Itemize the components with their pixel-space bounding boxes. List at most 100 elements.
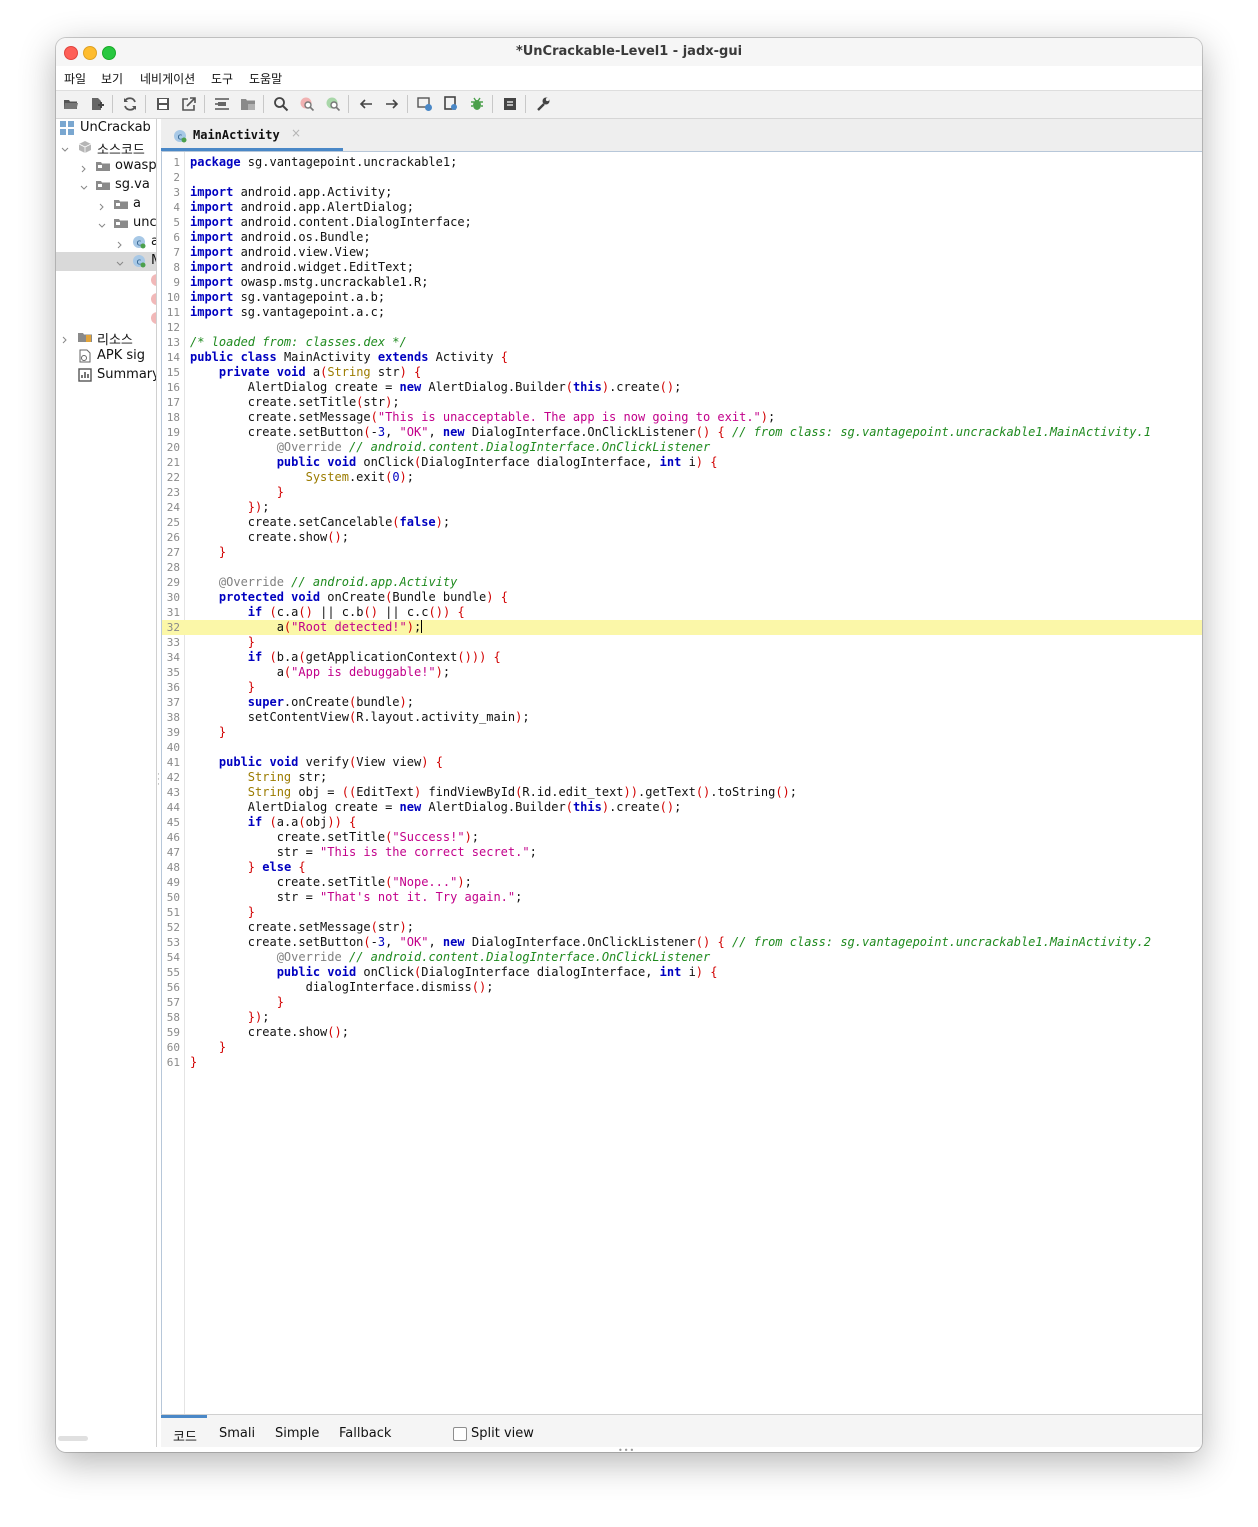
back-icon[interactable] <box>358 96 374 112</box>
tree-item-method[interactable] <box>56 290 156 309</box>
code-line[interactable]: 14 public class MainActivity extends Acti… <box>162 350 1202 365</box>
tree-item-project[interactable]: UnCrackab <box>56 119 156 138</box>
code-line-current[interactable]: 32 a("Root detected!"); <box>162 620 1202 635</box>
code-line[interactable]: 29 @Override // android.app.Activity <box>162 575 1202 590</box>
chevron-down-icon[interactable] <box>61 143 69 152</box>
code-line[interactable]: 59 create.show(); <box>162 1025 1202 1040</box>
tree-item-package[interactable]: a <box>56 195 156 214</box>
code-line[interactable]: 4 import android.app.AlertDialog; <box>162 200 1202 215</box>
code-line[interactable]: 60 } <box>162 1040 1202 1055</box>
chevron-down-icon[interactable] <box>80 181 88 190</box>
code-line[interactable]: 46 create.setTitle("Success!"); <box>162 830 1202 845</box>
code-line[interactable]: 9 import owasp.mstg.uncrackable1.R; <box>162 275 1202 290</box>
code-line[interactable]: 45 if (a.a(obj)) { <box>162 815 1202 830</box>
code-line[interactable]: 43 String obj = ((EditText) findViewById… <box>162 785 1202 800</box>
chevron-right-icon[interactable] <box>80 162 88 173</box>
tree-item-method[interactable] <box>56 271 156 290</box>
quark-icon[interactable] <box>443 96 459 112</box>
tab-code[interactable]: 코드 <box>173 1426 197 1445</box>
split-view-checkbox[interactable] <box>453 1427 467 1441</box>
open-file-icon[interactable] <box>63 96 79 112</box>
code-line[interactable]: 31 if (c.a() || c.b() || c.c()) { <box>162 605 1202 620</box>
code-line[interactable]: 55 public void onClick(DialogInterface d… <box>162 965 1202 980</box>
horizontal-scrollbar[interactable] <box>58 1436 88 1441</box>
tree-item-sources[interactable]: 소스코드 <box>56 138 156 158</box>
code-line[interactable]: 33 } <box>162 635 1202 650</box>
tab-mainactivity[interactable]: c MainActivity × <box>161 119 307 151</box>
code-line[interactable]: 19 create.setButton(-3, "OK", new Dialog… <box>162 425 1202 440</box>
code-line[interactable]: 7 import android.view.View; <box>162 245 1202 260</box>
tree-item-summary[interactable]: Summary <box>56 366 156 385</box>
chevron-down-icon[interactable] <box>116 257 124 266</box>
save-icon[interactable] <box>155 96 171 112</box>
code-line[interactable]: 27 } <box>162 545 1202 560</box>
code-line[interactable]: 26 create.show(); <box>162 530 1202 545</box>
code-line[interactable]: 21 public void onClick(DialogInterface d… <box>162 455 1202 470</box>
sync-tree-icon[interactable] <box>214 96 230 112</box>
code-line[interactable]: 35 a("App is debuggable!"); <box>162 665 1202 680</box>
tab-smali[interactable]: Smali <box>219 1426 255 1441</box>
code-line[interactable]: 17 create.setTitle(str); <box>162 395 1202 410</box>
code-line[interactable]: 25 create.setCancelable(false); <box>162 515 1202 530</box>
tree-item-package[interactable]: owasp <box>56 157 156 176</box>
code-line[interactable]: 10 import sg.vantagepoint.a.b; <box>162 290 1202 305</box>
forward-icon[interactable] <box>384 96 400 112</box>
code-line[interactable]: 20 @Override // android.content.DialogIn… <box>162 440 1202 455</box>
code-line[interactable]: 36 } <box>162 680 1202 695</box>
menu-navigation[interactable]: 네비게이션 <box>140 70 195 87</box>
code-line[interactable]: 11 import sg.vantagepoint.a.c; <box>162 305 1202 320</box>
splitter-handle[interactable]: · · · <box>157 771 160 790</box>
menu-help[interactable]: 도움말 <box>249 70 282 87</box>
code-line[interactable]: 30 protected void onCreate(Bundle bundle… <box>162 590 1202 605</box>
code-line[interactable]: 3 import android.app.Activity; <box>162 185 1202 200</box>
sync-icon[interactable] <box>122 96 138 112</box>
text-search-icon[interactable] <box>325 96 341 112</box>
code-line[interactable]: 16 AlertDialog create = new AlertDialog.… <box>162 380 1202 395</box>
tree-item-resources[interactable]: 리소스 <box>56 328 156 348</box>
code-line[interactable]: 41 public void verify(View view) { <box>162 755 1202 770</box>
chevron-down-icon[interactable] <box>98 219 106 228</box>
add-file-icon[interactable] <box>89 96 105 112</box>
tree-item-method[interactable] <box>56 309 156 328</box>
code-line[interactable]: 24 }); <box>162 500 1202 515</box>
tree-item-package[interactable]: unc <box>56 214 156 233</box>
code-line[interactable]: 38 setContentView(R.layout.activity_main… <box>162 710 1202 725</box>
code-line[interactable]: 53 create.setButton(-3, "OK", new Dialog… <box>162 935 1202 950</box>
close-icon[interactable]: × <box>291 126 301 140</box>
code-line[interactable]: 37 super.onCreate(bundle); <box>162 695 1202 710</box>
code-line[interactable]: 57 } <box>162 995 1202 1010</box>
code-line[interactable]: 44 AlertDialog create = new AlertDialog.… <box>162 800 1202 815</box>
tree-item-apk-signature[interactable]: APK sig <box>56 347 156 366</box>
code-line[interactable]: 6 import android.os.Bundle; <box>162 230 1202 245</box>
menu-tools[interactable]: 도구 <box>211 70 233 87</box>
deobfuscation-icon[interactable] <box>417 96 433 112</box>
code-line[interactable]: 12 <box>162 320 1202 335</box>
menu-file[interactable]: 파일 <box>64 70 86 87</box>
debug-icon[interactable] <box>469 96 485 112</box>
split-view-label[interactable]: Split view <box>471 1426 534 1441</box>
code-line[interactable]: 39 } <box>162 725 1202 740</box>
tree-item-class[interactable]: c a <box>56 233 156 252</box>
code-line[interactable]: 47 str = "This is the correct secret."; <box>162 845 1202 860</box>
tab-fallback[interactable]: Fallback <box>339 1426 391 1441</box>
tree-item-package[interactable]: sg.va <box>56 176 156 195</box>
tree-item-class-selected[interactable]: c M <box>56 252 156 271</box>
code-editor[interactable]: 1 package sg.vantagepoint.uncrackable1; 2 3… <box>161 151 1202 1415</box>
code-line[interactable]: 23 } <box>162 485 1202 500</box>
code-line[interactable]: 40 <box>162 740 1202 755</box>
tab-simple[interactable]: Simple <box>275 1426 319 1441</box>
code-line[interactable]: 56 dialogInterface.dismiss(); <box>162 980 1202 995</box>
code-line[interactable]: 5 import android.content.DialogInterface; <box>162 215 1202 230</box>
menu-view[interactable]: 보기 <box>101 70 123 87</box>
code-line[interactable]: 2 <box>162 170 1202 185</box>
flatten-packages-icon[interactable] <box>240 96 256 112</box>
code-line[interactable]: 58 }); <box>162 1010 1202 1025</box>
chevron-right-icon[interactable] <box>98 200 106 211</box>
code-line[interactable]: 22 System.exit(0); <box>162 470 1202 485</box>
code-line[interactable]: 18 create.setMessage("This is unacceptab… <box>162 410 1202 425</box>
code-line[interactable]: 28 <box>162 560 1202 575</box>
code-line[interactable]: 42 String str; <box>162 770 1202 785</box>
code-line[interactable]: 1 package sg.vantagepoint.uncrackable1; <box>162 155 1202 170</box>
export-icon[interactable] <box>181 96 197 112</box>
code-line[interactable]: 13 /* loaded from: classes.dex */ <box>162 335 1202 350</box>
